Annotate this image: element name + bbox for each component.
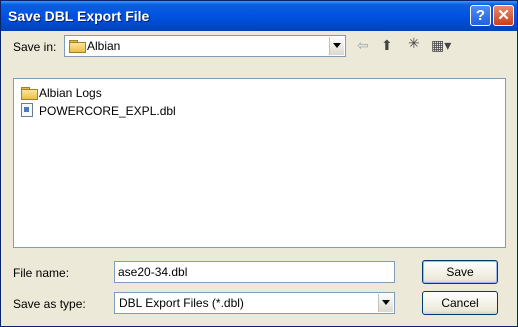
help-button[interactable]: ? (470, 5, 491, 26)
chevron-down-icon[interactable] (378, 294, 393, 312)
folder-icon (69, 40, 86, 53)
dialog-title: Save DBL Export File (8, 8, 150, 24)
filetype-value: DBL Export Files (*.dbl) (119, 296, 244, 310)
file-icon (21, 103, 33, 117)
views-menu-icon[interactable]: ▦▾ (431, 37, 451, 54)
save-in-dropdown[interactable]: Albian (64, 35, 346, 57)
filename-input[interactable]: ase20-34.dbl (114, 261, 395, 283)
filetype-label: Save as type: (13, 297, 86, 311)
save-in-label: Save in: (13, 40, 57, 54)
cancel-button[interactable]: Cancel (422, 291, 498, 315)
close-button[interactable]: ✕ (493, 5, 514, 26)
file-list[interactable]: Albian Logs POWERCORE_EXPL.dbl (13, 78, 506, 248)
up-folder-icon[interactable]: ⬆ (381, 37, 393, 54)
title-bar[interactable]: Save DBL Export File ? ✕ (1, 1, 517, 31)
back-icon[interactable]: ⇦ (357, 37, 369, 54)
save-button[interactable]: Save (422, 260, 498, 284)
save-in-value: Albian (87, 39, 121, 53)
list-item-name: POWERCORE_EXPL.dbl (39, 104, 176, 118)
help-icon: ? (475, 7, 486, 24)
filetype-dropdown[interactable]: DBL Export Files (*.dbl) (114, 292, 395, 314)
save-dialog: Save DBL Export File ? ✕ Save in: Albian… (0, 0, 518, 327)
folder-icon (21, 87, 38, 100)
filename-value: ase20-34.dbl (118, 265, 188, 279)
new-folder-icon[interactable]: ✳ (408, 35, 420, 52)
chevron-down-icon[interactable] (329, 37, 344, 55)
list-item-name: Albian Logs (39, 86, 102, 100)
close-icon: ✕ (497, 7, 510, 24)
filename-label: File name: (13, 266, 70, 280)
